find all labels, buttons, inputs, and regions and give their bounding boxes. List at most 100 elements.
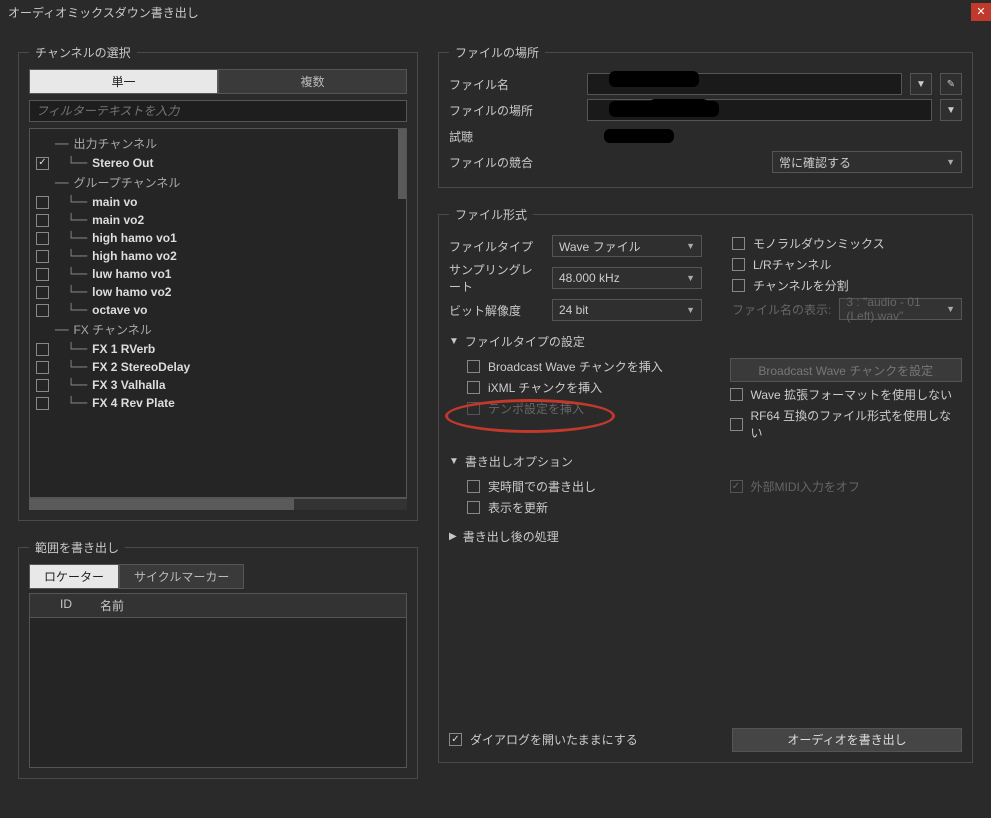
preview-value bbox=[587, 125, 962, 147]
tree-item[interactable]: └──FX 1 RVerb bbox=[30, 340, 406, 358]
file-format-legend: ファイル形式 bbox=[449, 206, 533, 223]
tab-cycle-marker[interactable]: サイクルマーカー bbox=[119, 564, 244, 589]
tree-item[interactable]: └──luw hamo vo1 bbox=[30, 265, 406, 283]
tab-single[interactable]: 単一 bbox=[29, 69, 218, 94]
preview-label: 試聴 bbox=[449, 128, 579, 145]
tree-item[interactable]: └──low hamo vo2 bbox=[30, 283, 406, 301]
realtime-checkbox[interactable] bbox=[467, 480, 480, 493]
lr-checkbox[interactable] bbox=[732, 258, 745, 271]
tree-checkbox[interactable] bbox=[36, 157, 49, 170]
tree-item[interactable]: └──Stereo Out bbox=[30, 154, 406, 172]
tree-checkbox[interactable] bbox=[36, 361, 49, 374]
channel-tree[interactable]: ──出力チャンネル └──Stereo Out──グループチャンネル └──ma… bbox=[29, 128, 407, 498]
filename-input[interactable] bbox=[587, 73, 902, 95]
tree-checkbox[interactable] bbox=[36, 397, 49, 410]
keep-dialog-label: ダイアログを開いたままにする bbox=[470, 731, 638, 748]
conflict-label: ファイルの競合 bbox=[449, 154, 579, 171]
tree-checkbox[interactable] bbox=[36, 268, 49, 281]
file-location-group: ファイルの場所 ファイル名 ▼ ✎ ファイルの場所 ▼ 試聴 ファイルの競合 常 bbox=[438, 44, 973, 188]
lr-label: L/Rチャンネル bbox=[753, 256, 831, 273]
samplerate-label: サンプリングレート bbox=[449, 261, 544, 295]
fname-display-select: 3 : "audio - 01 (Left).wav"▼ bbox=[839, 298, 962, 320]
tree-checkbox[interactable] bbox=[36, 304, 49, 317]
range-table-body[interactable] bbox=[29, 618, 407, 768]
col-id: ID bbox=[60, 597, 90, 614]
tree-group-header: ──出力チャンネル bbox=[30, 133, 406, 154]
ixml-insert-label: iXML チャンクを挿入 bbox=[488, 379, 602, 396]
tree-checkbox[interactable] bbox=[36, 250, 49, 263]
filename-label: ファイル名 bbox=[449, 76, 579, 93]
channel-selection-group: チャンネルの選択 単一 複数 ──出力チャンネル └──Stereo Out──… bbox=[18, 44, 418, 521]
close-button[interactable]: ✕ bbox=[971, 3, 991, 21]
tree-group-header: ──FX チャンネル bbox=[30, 319, 406, 340]
tree-checkbox[interactable] bbox=[36, 214, 49, 227]
post-process-header[interactable]: ▶ 書き出し後の処理 bbox=[449, 528, 962, 545]
file-format-group: ファイル形式 ファイルタイプ Wave ファイル▼ サンプリングレート 48.0… bbox=[438, 206, 973, 763]
no-rf64-label: RF64 互換のファイル形式を使用しない bbox=[751, 407, 963, 441]
filetype-settings-header[interactable]: ▼ ファイルタイプの設定 bbox=[449, 333, 962, 350]
tree-group-header: ──グループチャンネル bbox=[30, 172, 406, 193]
tab-multi[interactable]: 複数 bbox=[218, 69, 407, 94]
ext-midi-checkbox bbox=[730, 480, 743, 493]
tree-item[interactable]: └──octave vo bbox=[30, 301, 406, 319]
mono-label: モノラルダウンミックス bbox=[753, 235, 885, 252]
split-checkbox[interactable] bbox=[732, 279, 745, 292]
bitdepth-select[interactable]: 24 bit▼ bbox=[552, 299, 702, 321]
tree-item[interactable]: └──high hamo vo2 bbox=[30, 247, 406, 265]
bwf-insert-label: Broadcast Wave チャンクを挿入 bbox=[488, 358, 663, 375]
tree-checkbox[interactable] bbox=[36, 286, 49, 299]
range-legend: 範囲を書き出し bbox=[29, 539, 125, 556]
horizontal-scrollbar[interactable] bbox=[29, 498, 407, 510]
conflict-select[interactable]: 常に確認する▼ bbox=[772, 151, 962, 173]
tempo-insert-label: テンポ設定を挿入 bbox=[488, 400, 584, 417]
bwf-config-button: Broadcast Wave チャンクを設定 bbox=[730, 358, 963, 382]
split-label: チャンネルを分割 bbox=[753, 277, 849, 294]
edit-filename-button[interactable]: ✎ bbox=[940, 73, 962, 95]
tree-checkbox[interactable] bbox=[36, 196, 49, 209]
filetype-select[interactable]: Wave ファイル▼ bbox=[552, 235, 702, 257]
channel-legend: チャンネルの選択 bbox=[29, 44, 137, 61]
update-display-label: 表示を更新 bbox=[488, 499, 548, 516]
col-name: 名前 bbox=[100, 597, 124, 614]
export-button[interactable]: オーディオを書き出し bbox=[732, 728, 962, 752]
ixml-insert-checkbox[interactable] bbox=[467, 381, 480, 394]
tree-item[interactable]: └──main vo bbox=[30, 193, 406, 211]
update-display-checkbox[interactable] bbox=[467, 501, 480, 514]
samplerate-select[interactable]: 48.000 kHz▼ bbox=[552, 267, 702, 289]
file-location-legend: ファイルの場所 bbox=[449, 44, 545, 61]
tree-item[interactable]: └──main vo2 bbox=[30, 211, 406, 229]
realtime-label: 実時間での書き出し bbox=[488, 478, 596, 495]
fname-display-label: ファイル名の表示: bbox=[732, 301, 831, 318]
triangle-down-icon: ▼ bbox=[449, 336, 459, 347]
filetype-label: ファイルタイプ bbox=[449, 238, 544, 255]
no-wave-ext-checkbox[interactable] bbox=[730, 388, 743, 401]
tree-item[interactable]: └──FX 2 StereoDelay bbox=[30, 358, 406, 376]
filename-dropdown[interactable]: ▼ bbox=[910, 73, 932, 95]
window-title: オーディオミックスダウン書き出し bbox=[8, 4, 199, 21]
scrollbar-thumb[interactable] bbox=[398, 129, 406, 199]
tree-checkbox[interactable] bbox=[36, 379, 49, 392]
keep-dialog-checkbox[interactable] bbox=[449, 733, 462, 746]
tree-item[interactable]: └──FX 4 Rev Plate bbox=[30, 394, 406, 412]
tree-checkbox[interactable] bbox=[36, 343, 49, 356]
ext-midi-label: 外部MIDI入力をオフ bbox=[751, 478, 860, 495]
bwf-insert-checkbox[interactable] bbox=[467, 360, 480, 373]
no-wave-ext-label: Wave 拡張フォーマットを使用しない bbox=[751, 386, 953, 403]
triangle-down-icon: ▼ bbox=[449, 456, 459, 467]
path-dropdown[interactable]: ▼ bbox=[940, 99, 962, 121]
path-input[interactable] bbox=[587, 99, 932, 121]
filter-input[interactable] bbox=[29, 100, 407, 122]
path-label: ファイルの場所 bbox=[449, 102, 579, 119]
bitdepth-label: ビット解像度 bbox=[449, 302, 544, 319]
titlebar: オーディオミックスダウン書き出し ✕ bbox=[0, 0, 991, 24]
export-range-group: 範囲を書き出し ロケーター サイクルマーカー ID 名前 bbox=[18, 539, 418, 779]
tab-locator[interactable]: ロケーター bbox=[29, 564, 119, 589]
tree-item[interactable]: └──FX 3 Valhalla bbox=[30, 376, 406, 394]
tree-item[interactable]: └──high hamo vo1 bbox=[30, 229, 406, 247]
no-rf64-checkbox[interactable] bbox=[730, 418, 743, 431]
tree-checkbox[interactable] bbox=[36, 232, 49, 245]
range-table-header: ID 名前 bbox=[29, 593, 407, 618]
mono-checkbox[interactable] bbox=[732, 237, 745, 250]
export-options-header[interactable]: ▼ 書き出しオプション bbox=[449, 453, 962, 470]
tempo-insert-checkbox bbox=[467, 402, 480, 415]
